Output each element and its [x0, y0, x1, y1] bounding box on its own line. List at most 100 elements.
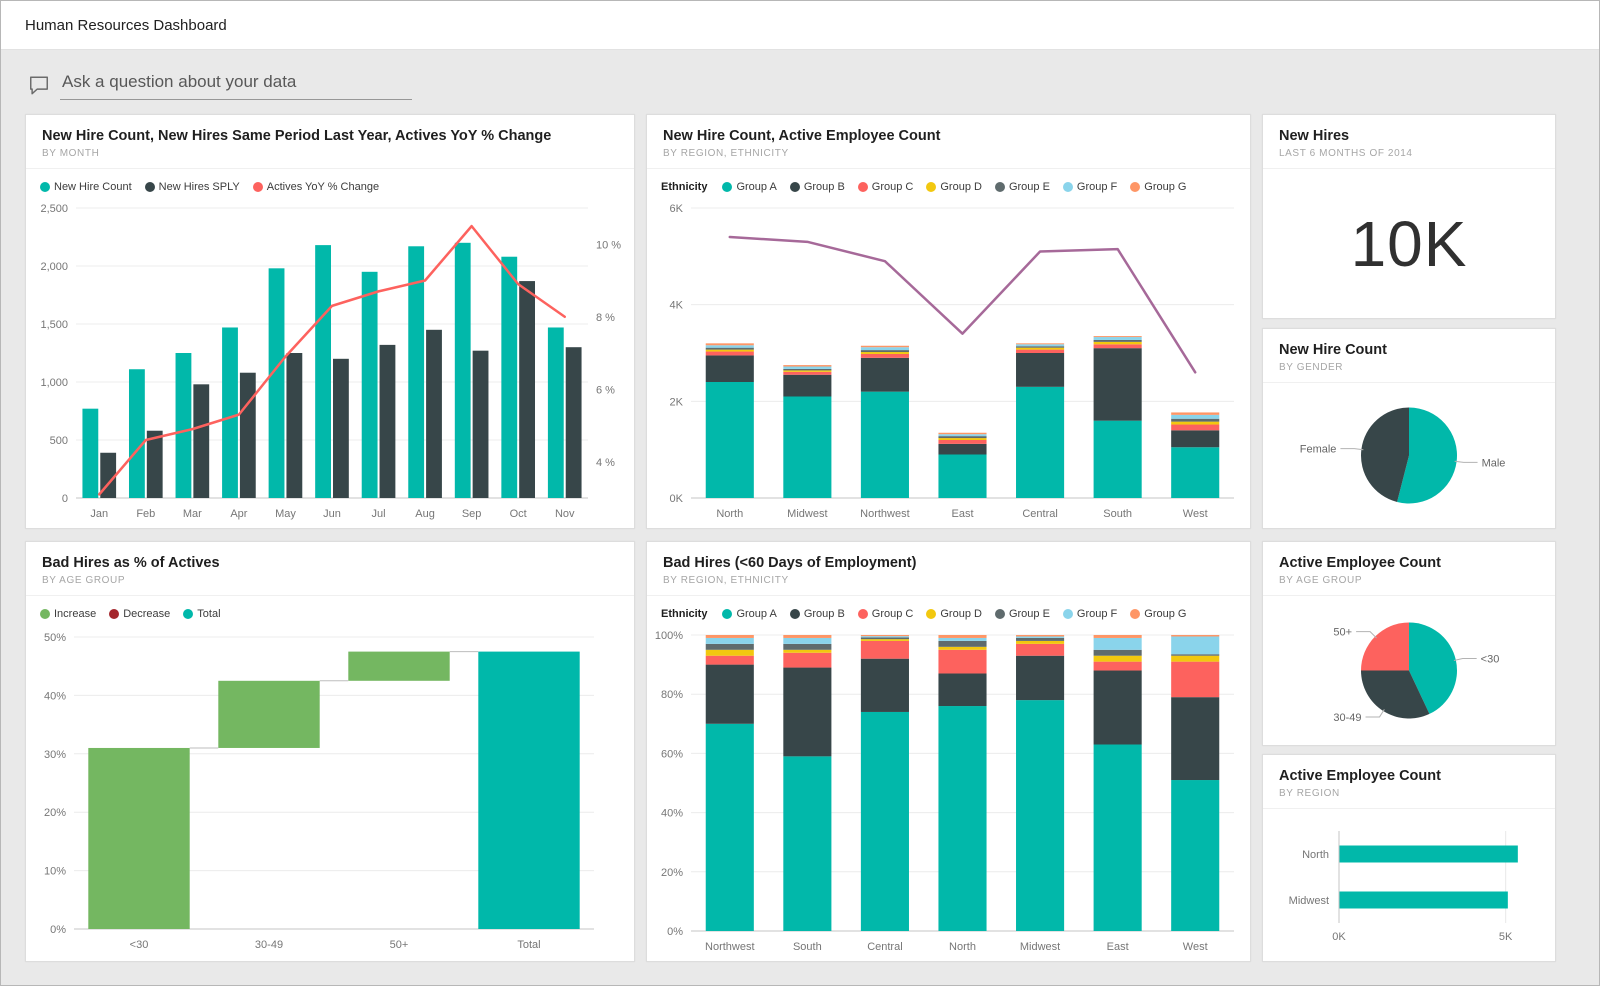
- tile-active-by-region[interactable]: Active Employee Count BY REGION 0K5KNort…: [1262, 754, 1556, 962]
- legend-swatch-icon: [1063, 609, 1073, 619]
- app-header: Human Resources Dashboard: [1, 1, 1599, 50]
- svg-text:1,500: 1,500: [40, 319, 68, 331]
- legend-item[interactable]: Group D: [926, 608, 982, 620]
- legend-item[interactable]: Group B: [790, 608, 845, 620]
- tile-subtitle: BY REGION: [1279, 788, 1539, 799]
- tile-new-hire-by-gender[interactable]: New Hire Count BY GENDER MaleFemale: [1262, 328, 1556, 529]
- legend-item[interactable]: Group C: [858, 181, 914, 193]
- svg-text:10 %: 10 %: [596, 239, 621, 251]
- tile-bad-hires-by-region[interactable]: Bad Hires (<60 Days of Employment) BY RE…: [646, 541, 1251, 962]
- age-pie-chart[interactable]: <3030-4950+: [1263, 596, 1555, 745]
- combo-chart[interactable]: 05001,0001,5002,0002,5004 %6 %8 %10 %Jan…: [26, 196, 634, 528]
- legend-item[interactable]: New Hires SPLY: [145, 181, 240, 193]
- legend-item[interactable]: Actives YoY % Change: [253, 181, 379, 193]
- svg-text:0%: 0%: [50, 924, 66, 936]
- legend-item[interactable]: Group F: [1063, 181, 1117, 193]
- svg-text:40%: 40%: [661, 808, 683, 820]
- tile-active-by-age[interactable]: Active Employee Count BY AGE GROUP <3030…: [1262, 541, 1556, 746]
- tile-header: Active Employee Count BY AGE GROUP: [1263, 542, 1555, 596]
- legend-swatch-icon: [858, 609, 868, 619]
- page-title: Human Resources Dashboard: [25, 17, 227, 34]
- svg-text:South: South: [793, 941, 822, 953]
- svg-text:0K: 0K: [1332, 931, 1346, 943]
- tile-header: New Hire Count, Active Employee Count BY…: [647, 115, 1250, 169]
- legend-item[interactable]: Total: [183, 608, 220, 620]
- svg-text:Male: Male: [1482, 457, 1506, 469]
- svg-text:0K: 0K: [670, 493, 684, 505]
- legend-item[interactable]: Group A: [722, 181, 776, 193]
- legend-item[interactable]: Group E: [995, 181, 1050, 193]
- tile-new-hire-combo[interactable]: New Hire Count, New Hires Same Period La…: [25, 114, 635, 529]
- legend-swatch-icon: [145, 182, 155, 192]
- legend-item[interactable]: New Hire Count: [40, 181, 132, 193]
- legend-swatch-icon: [926, 182, 936, 192]
- svg-text:30-49: 30-49: [255, 939, 283, 951]
- svg-text:Oct: Oct: [510, 508, 527, 520]
- legend-swatch-icon: [926, 609, 936, 619]
- tile-header: Bad Hires (<60 Days of Employment) BY RE…: [647, 542, 1250, 596]
- svg-text:20%: 20%: [44, 807, 66, 819]
- chart-legend: Increase Decrease Total: [26, 596, 634, 623]
- svg-text:Central: Central: [1022, 508, 1057, 520]
- svg-text:50+: 50+: [390, 939, 409, 951]
- tile-subtitle: BY REGION, ETHNICITY: [663, 575, 1234, 586]
- gender-pie-chart[interactable]: MaleFemale: [1263, 383, 1555, 528]
- svg-text:Northwest: Northwest: [860, 508, 910, 520]
- legend-item[interactable]: Group E: [995, 608, 1050, 620]
- tile-subtitle: LAST 6 MONTHS OF 2014: [1279, 148, 1539, 159]
- stacked-column-chart[interactable]: 0K2K4K6KNorthMidwestNorthwestEastCentral…: [647, 196, 1250, 528]
- tile-header: New Hire Count BY GENDER: [1263, 329, 1555, 383]
- svg-text:2,500: 2,500: [40, 203, 68, 215]
- horizontal-bar-chart[interactable]: 0K5KNorthMidwest: [1263, 809, 1555, 961]
- svg-text:West: West: [1183, 941, 1208, 953]
- tile-new-hire-by-region[interactable]: New Hire Count, Active Employee Count BY…: [646, 114, 1251, 529]
- legend-item[interactable]: Group B: [790, 181, 845, 193]
- svg-text:West: West: [1183, 508, 1208, 520]
- legend-swatch-icon: [722, 182, 732, 192]
- legend-swatch-icon: [722, 609, 732, 619]
- tile-header: New Hire Count, New Hires Same Period La…: [26, 115, 634, 169]
- tile-subtitle: BY REGION, ETHNICITY: [663, 148, 1234, 159]
- svg-text:Jun: Jun: [323, 508, 341, 520]
- svg-text:Northwest: Northwest: [705, 941, 755, 953]
- svg-text:Feb: Feb: [136, 508, 155, 520]
- legend-item[interactable]: Group A: [722, 608, 776, 620]
- legend-swatch-icon: [253, 182, 263, 192]
- svg-text:North: North: [716, 508, 743, 520]
- svg-text:<30: <30: [1481, 654, 1500, 666]
- tile-header: Bad Hires as % of Actives BY AGE GROUP: [26, 542, 634, 596]
- stacked-100-chart[interactable]: 0%20%40%60%80%100%NorthwestSouthCentralN…: [647, 623, 1250, 961]
- svg-text:4 %: 4 %: [596, 457, 615, 469]
- svg-text:Jul: Jul: [372, 508, 386, 520]
- qna-input[interactable]: [60, 70, 412, 100]
- legend-swatch-icon: [109, 609, 119, 619]
- svg-text:0%: 0%: [667, 926, 683, 938]
- tile-subtitle: BY MONTH: [42, 148, 618, 159]
- svg-text:Apr: Apr: [230, 508, 247, 520]
- svg-text:2,000: 2,000: [40, 261, 68, 273]
- tile-bad-hires-pct[interactable]: Bad Hires as % of Actives BY AGE GROUP I…: [25, 541, 635, 962]
- legend-item[interactable]: Group D: [926, 181, 982, 193]
- legend-swatch-icon: [1063, 182, 1073, 192]
- legend-item[interactable]: Group G: [1130, 608, 1186, 620]
- waterfall-chart[interactable]: 0%10%20%30%40%50%<3030-4950+Total: [26, 623, 634, 961]
- svg-text:North: North: [1302, 849, 1329, 861]
- svg-text:1,000: 1,000: [40, 377, 68, 389]
- legend-item[interactable]: Decrease: [109, 608, 170, 620]
- svg-text:50+: 50+: [1333, 627, 1352, 639]
- svg-text:Jan: Jan: [90, 508, 108, 520]
- dashboard-page: Human Resources Dashboard New Hire Count…: [0, 0, 1600, 986]
- svg-text:Total: Total: [517, 939, 540, 951]
- svg-text:East: East: [1107, 941, 1129, 953]
- svg-text:100%: 100%: [655, 630, 683, 642]
- legend-item[interactable]: Increase: [40, 608, 96, 620]
- svg-text:Nov: Nov: [555, 508, 575, 520]
- legend-item[interactable]: Group G: [1130, 181, 1186, 193]
- tile-new-hires-card[interactable]: New Hires LAST 6 MONTHS OF 2014 10K: [1262, 114, 1556, 319]
- tile-title: New Hire Count, New Hires Same Period La…: [42, 128, 618, 144]
- legend-item[interactable]: Group C: [858, 608, 914, 620]
- tile-subtitle: BY GENDER: [1279, 362, 1539, 373]
- legend-swatch-icon: [1130, 182, 1140, 192]
- chat-bubble-icon: [28, 74, 50, 96]
- legend-item[interactable]: Group F: [1063, 608, 1117, 620]
